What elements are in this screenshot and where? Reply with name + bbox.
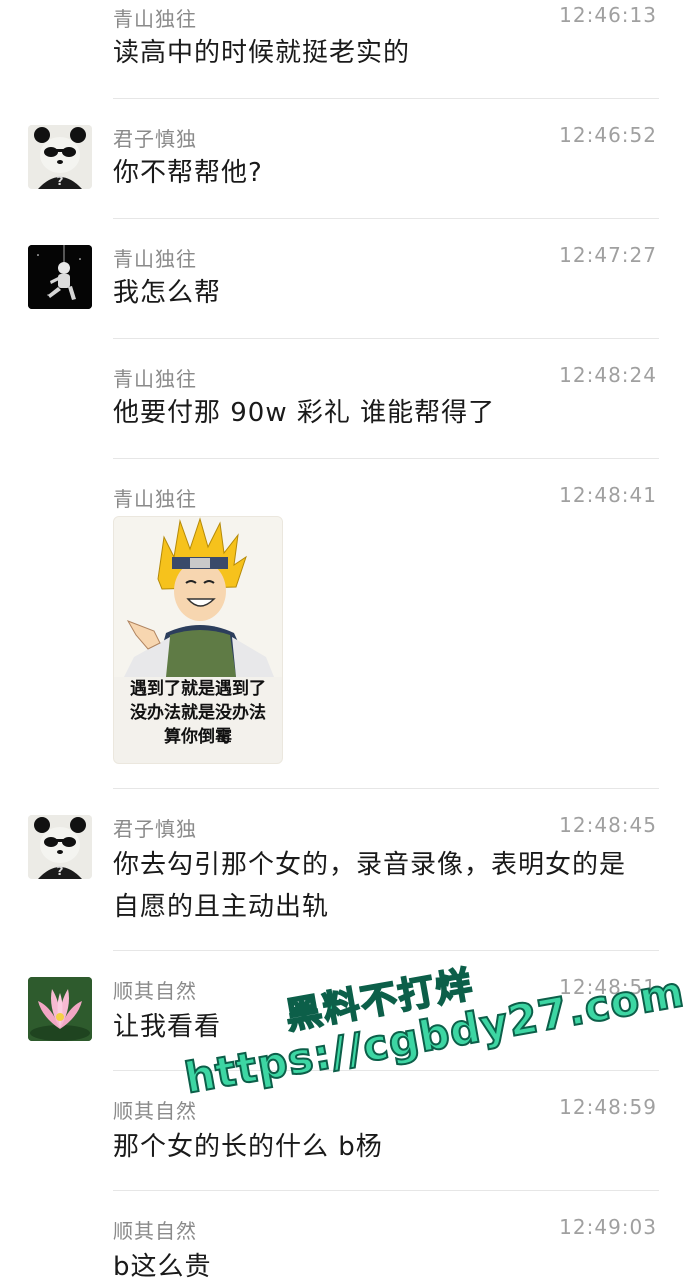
astronaut-avatar-icon[interactable]: [28, 245, 92, 309]
chat-message[interactable]: ? 君子慎独 12:48:45 你去勾引那个女的，录音录像，表明女的是 自愿的且…: [0, 788, 687, 950]
sticker-caption-line: 算你倒霉: [164, 727, 232, 747]
sender-name: 顺其自然: [113, 1099, 197, 1123]
message-text: 让我看看: [113, 1012, 222, 1042]
message-text: b这么贵: [113, 1252, 212, 1282]
cartoon-character-icon: [114, 517, 282, 677]
message-time: 12:48:45: [559, 813, 657, 837]
message-text-line: 你去勾引那个女的，录音录像，表明女的是: [113, 850, 627, 880]
svg-text:?: ?: [57, 174, 64, 188]
chat-history: 青山独往 12:46:13 读高中的时候就挺老实的 ? 君子慎独 12:46:5…: [0, 0, 687, 1282]
chat-message[interactable]: 青山独往 12:48:41: [0, 458, 687, 788]
sender-name: 青山独往: [113, 7, 197, 31]
sender-name: 青山独往: [113, 247, 197, 271]
message-time: 12:46:13: [559, 3, 657, 27]
message-time: 12:48:24: [559, 363, 657, 387]
sender-name: 顺其自然: [113, 979, 197, 1003]
message-text: 读高中的时候就挺老实的: [113, 38, 411, 68]
lotus-avatar-icon[interactable]: [28, 977, 92, 1041]
message-time: 12:48:51: [559, 975, 657, 999]
chat-message[interactable]: 青山独往 12:47:27 我怎么帮: [0, 218, 687, 338]
sticker-caption-line: 没办法就是没办法: [130, 703, 266, 723]
chat-message[interactable]: ? 君子慎独 12:46:52 你不帮帮他?: [0, 98, 687, 218]
sender-name: 君子慎独: [113, 817, 197, 841]
panda-avatar-icon[interactable]: ?: [28, 125, 92, 189]
message-time: 12:46:52: [559, 123, 657, 147]
chat-message[interactable]: 顺其自然 12:49:03 b这么贵: [0, 1190, 687, 1282]
sender-name: 青山独往: [113, 487, 197, 511]
sticker-caption: 遇到了就是遇到了 没办法就是没办法 算你倒霉: [114, 677, 282, 749]
chat-message[interactable]: 青山独往 12:48:24 他要付那 90w 彩礼 谁能帮得了: [0, 338, 687, 458]
svg-text:?: ?: [57, 864, 64, 878]
message-text: 那个女的长的什么 b杨: [113, 1132, 383, 1162]
message-text: 我怎么帮: [113, 278, 222, 308]
message-time: 12:49:03: [559, 1215, 657, 1239]
chat-message[interactable]: 顺其自然 12:48:51 让我看看: [0, 950, 687, 1070]
sender-name: 青山独往: [113, 367, 197, 391]
panda-avatar-icon[interactable]: ?: [28, 815, 92, 879]
message-text: 他要付那 90w 彩礼 谁能帮得了: [113, 398, 496, 428]
message-time: 12:48:59: [559, 1095, 657, 1119]
sticker-caption-line: 遇到了就是遇到了: [130, 679, 266, 699]
sticker-image[interactable]: 遇到了就是遇到了 没办法就是没办法 算你倒霉: [113, 516, 283, 764]
sender-name: 君子慎独: [113, 127, 197, 151]
message-time: 12:47:27: [559, 243, 657, 267]
message-text-line: 自愿的且主动出轨: [113, 892, 330, 922]
sender-name: 顺其自然: [113, 1219, 197, 1243]
message-text: 你不帮帮他?: [113, 158, 263, 188]
message-time: 12:48:41: [559, 483, 657, 507]
chat-message[interactable]: 青山独往 12:46:13 读高中的时候就挺老实的: [0, 0, 687, 98]
chat-message[interactable]: 顺其自然 12:48:59 那个女的长的什么 b杨: [0, 1070, 687, 1190]
